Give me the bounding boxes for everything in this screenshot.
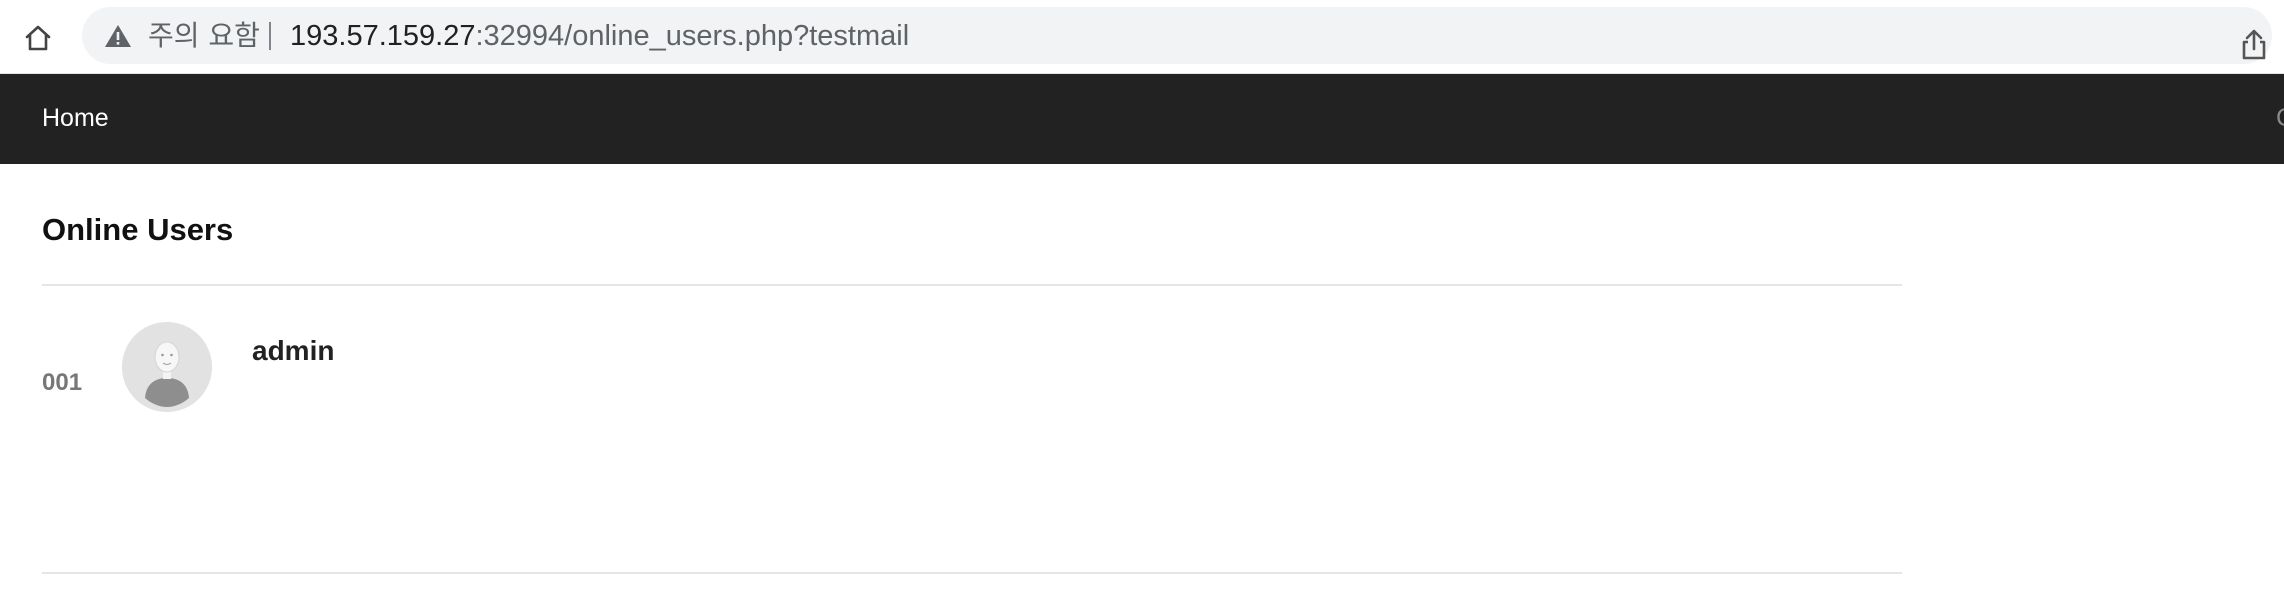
url-host: 193.57.159.27 xyxy=(290,20,476,52)
home-button[interactable] xyxy=(16,16,60,60)
avatar xyxy=(122,322,212,412)
home-icon xyxy=(25,25,51,51)
url-text[interactable]: 193.57.159.27:32994/online_users.php?tes… xyxy=(290,20,909,52)
share-icon[interactable] xyxy=(2236,27,2272,63)
url-separator xyxy=(269,22,271,50)
nav-home-link[interactable]: Home xyxy=(42,102,109,134)
page-title: Online Users xyxy=(42,212,234,247)
divider xyxy=(42,572,1902,574)
site-navbar: Home C xyxy=(0,74,2284,164)
default-avatar-icon xyxy=(122,322,212,412)
list-item: 001 admin xyxy=(42,286,1902,612)
address-bar[interactable]: 주의 요함 193.57.159.27:32994/online_users.p… xyxy=(82,7,2272,64)
url-path: :32994/online_users.php?testmail xyxy=(475,20,910,52)
nav-right-link[interactable]: C xyxy=(2276,102,2284,134)
warning-icon[interactable] xyxy=(104,24,132,48)
user-number: 001 xyxy=(42,369,83,396)
security-warning-label[interactable]: 주의 요함 xyxy=(148,21,260,51)
user-name[interactable]: admin xyxy=(252,334,334,368)
browser-toolbar: 주의 요함 193.57.159.27:32994/online_users.p… xyxy=(0,0,2284,74)
